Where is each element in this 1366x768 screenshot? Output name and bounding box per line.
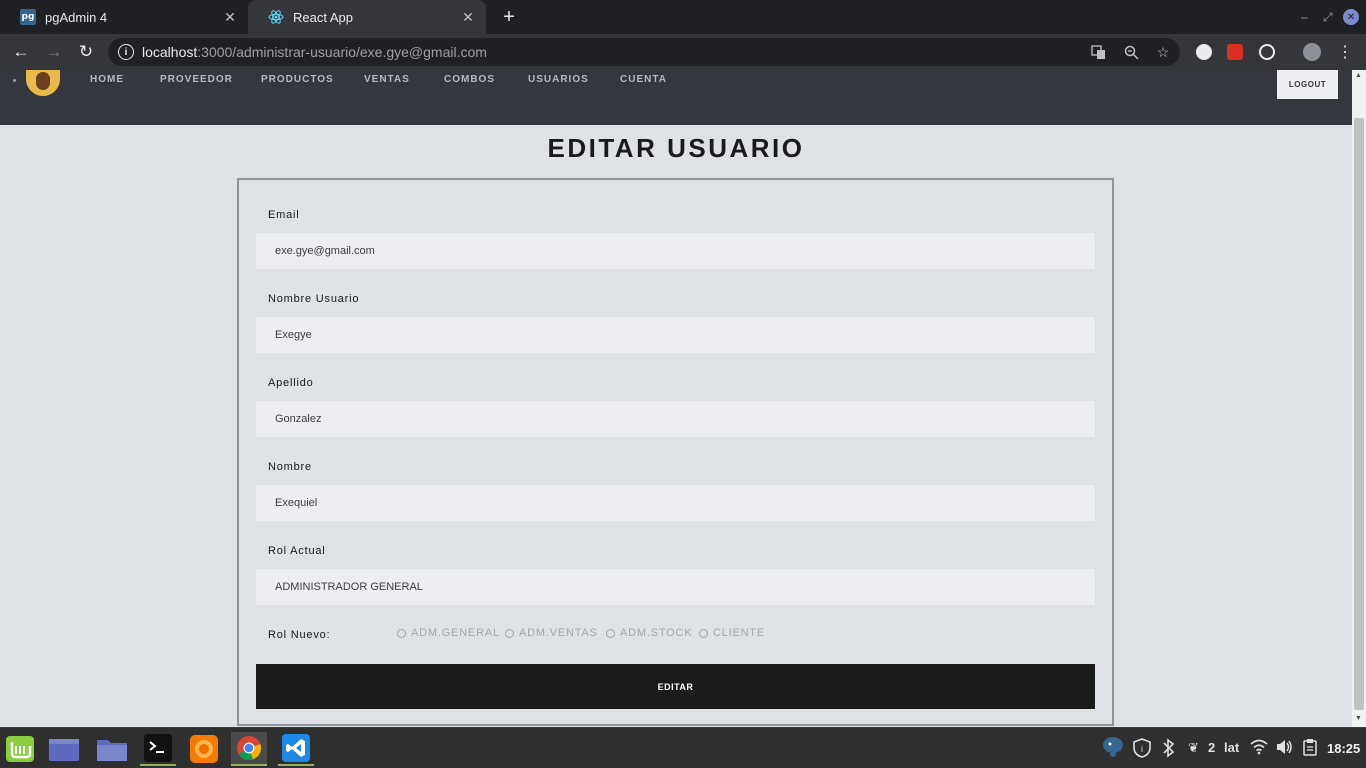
react-icon xyxy=(268,9,284,25)
scroll-up-icon[interactable]: ▲ xyxy=(1355,72,1362,79)
radio-label: CLIENTE xyxy=(713,627,766,639)
avatar[interactable] xyxy=(1303,43,1321,61)
files-folder-icon[interactable] xyxy=(94,732,130,766)
nav-cuenta[interactable]: CUENTA xyxy=(620,74,667,85)
os-taskbar: i ❦ 2 lat 18:25 xyxy=(0,727,1366,768)
rol-actual-label: Rol Actual xyxy=(268,545,326,557)
update-manager-icon[interactable]: i xyxy=(1133,738,1151,761)
pgadmin-icon: pg xyxy=(20,9,36,25)
radio-label: ADM.GENERAL xyxy=(411,627,500,639)
apellido-field[interactable]: Gonzalez xyxy=(256,401,1095,437)
browser-toolbar: ← → ↻ i localhost:3000/administrar-usuar… xyxy=(0,34,1366,70)
workspace-indicator[interactable]: 2 xyxy=(1208,740,1215,755)
rol-nuevo-label: Rol Nuevo: xyxy=(268,629,331,641)
reload-icon[interactable]: ↻ xyxy=(74,40,98,64)
address-bar[interactable]: i localhost:3000/administrar-usuario/exe… xyxy=(108,38,1180,66)
nav-home[interactable]: HOME xyxy=(90,74,124,85)
nav-ventas[interactable]: VENTAS xyxy=(364,74,410,85)
close-icon[interactable]: ✕ xyxy=(222,9,238,25)
browser-tab-bar: pg pgAdmin 4 ✕ React App ✕ + – ⤢ ✕ xyxy=(0,0,1366,34)
radio-cliente[interactable]: CLIENTE xyxy=(699,627,765,639)
svg-text:i: i xyxy=(1141,744,1143,754)
radio-circle[interactable] xyxy=(606,628,615,638)
scrollbar-thumb[interactable] xyxy=(1354,118,1364,710)
page-viewport: HOME PROVEEDOR PRODUCTOS VENTAS COMBOS U… xyxy=(0,70,1352,727)
page-scrollbar[interactable]: ▲ ▼ xyxy=(1352,70,1366,727)
nav-proveedor[interactable]: PROVEEDOR xyxy=(160,74,233,85)
nombre-usuario-label: Nombre Usuario xyxy=(268,293,360,305)
close-window-icon[interactable]: ✕ xyxy=(1343,9,1359,25)
nav-usuarios[interactable]: USUARIOS xyxy=(528,74,589,85)
site-info-icon[interactable]: i xyxy=(118,44,134,60)
email-field[interactable]: exe.gye@gmail.com xyxy=(256,233,1095,269)
edit-user-form: Email exe.gye@gmail.com Nombre Usuario E… xyxy=(237,178,1114,726)
clock[interactable]: 18:25 xyxy=(1327,741,1360,756)
show-desktop-icon[interactable] xyxy=(46,732,82,766)
maximize-icon[interactable]: ⤢ xyxy=(1323,10,1333,25)
clipboard-icon[interactable] xyxy=(1303,738,1317,759)
radio-adm-general[interactable]: ADM.GENERAL xyxy=(397,627,500,639)
zoom-icon[interactable] xyxy=(1123,44,1139,60)
nombre-label: Nombre xyxy=(268,461,312,473)
url-path: :3000/administrar-usuario/exe.gye@gmail.… xyxy=(197,44,487,60)
new-tab-button[interactable]: + xyxy=(498,6,520,28)
notification-icon[interactable]: ❦ xyxy=(1188,740,1199,756)
tab-title: React App xyxy=(293,9,353,25)
wifi-icon[interactable] xyxy=(1250,739,1268,758)
radio-adm-ventas[interactable]: ADM.VENTAS xyxy=(505,627,598,639)
minimize-icon[interactable]: – xyxy=(1301,10,1308,24)
terminal-icon[interactable] xyxy=(140,732,176,766)
translate-icon[interactable] xyxy=(1090,44,1106,60)
email-label: Email xyxy=(268,209,300,221)
logo-mark xyxy=(36,72,50,90)
url-text[interactable]: localhost:3000/administrar-usuario/exe.g… xyxy=(142,44,487,60)
radio-label: ADM.VENTAS xyxy=(519,627,598,639)
pgadmin-favicon: pg xyxy=(20,9,36,25)
scroll-down-icon[interactable]: ▼ xyxy=(1355,715,1362,722)
tab-pgadmin[interactable]: pg pgAdmin 4 ✕ xyxy=(0,0,248,34)
close-icon[interactable]: ✕ xyxy=(460,9,476,25)
tab-react-app[interactable]: React App ✕ xyxy=(248,0,486,34)
nombre-field[interactable]: Exequiel xyxy=(256,485,1095,521)
editar-button[interactable]: EDITAR xyxy=(256,664,1095,709)
nav-productos[interactable]: PRODUCTOS xyxy=(261,74,334,85)
nav-bullet xyxy=(13,79,16,82)
postgres-icon[interactable] xyxy=(1101,736,1125,761)
extension-icon[interactable] xyxy=(1196,44,1212,60)
apellido-label: Apellido xyxy=(268,377,314,389)
url-host: localhost xyxy=(142,44,198,60)
radio-label: ADM.STOCK xyxy=(620,627,693,639)
radio-circle[interactable] xyxy=(505,628,514,638)
firefox-icon[interactable] xyxy=(186,732,222,766)
rol-actual-field[interactable]: ADMINISTRADOR GENERAL xyxy=(256,569,1095,605)
menu-icon[interactable]: ⋮ xyxy=(1333,40,1357,64)
forward-icon[interactable]: → xyxy=(42,40,66,64)
keyboard-layout[interactable]: lat xyxy=(1224,740,1239,755)
logout-button[interactable]: LOGOUT xyxy=(1277,70,1338,99)
radio-circle[interactable] xyxy=(397,628,406,638)
back-icon[interactable]: ← xyxy=(9,40,33,64)
volume-icon[interactable] xyxy=(1275,738,1293,759)
tab-title: pgAdmin 4 xyxy=(45,9,108,25)
vscode-icon[interactable] xyxy=(278,732,314,766)
chrome-icon[interactable] xyxy=(231,732,267,766)
mint-menu-icon[interactable] xyxy=(2,732,38,766)
extension-icon[interactable] xyxy=(1227,44,1243,60)
nombre-usuario-field[interactable]: Exegye xyxy=(256,317,1095,353)
radio-circle[interactable] xyxy=(699,628,708,638)
extension-icon[interactable] xyxy=(1259,44,1275,60)
site-navbar: HOME PROVEEDOR PRODUCTOS VENTAS COMBOS U… xyxy=(0,70,1352,125)
bluetooth-icon[interactable] xyxy=(1162,738,1176,761)
nav-combos[interactable]: COMBOS xyxy=(444,74,495,85)
radio-adm-stock[interactable]: ADM.STOCK xyxy=(606,627,692,639)
page-title: EDITAR USUARIO xyxy=(547,133,805,163)
bookmark-star-icon[interactable]: ☆ xyxy=(1155,44,1171,60)
logo[interactable] xyxy=(26,70,60,96)
